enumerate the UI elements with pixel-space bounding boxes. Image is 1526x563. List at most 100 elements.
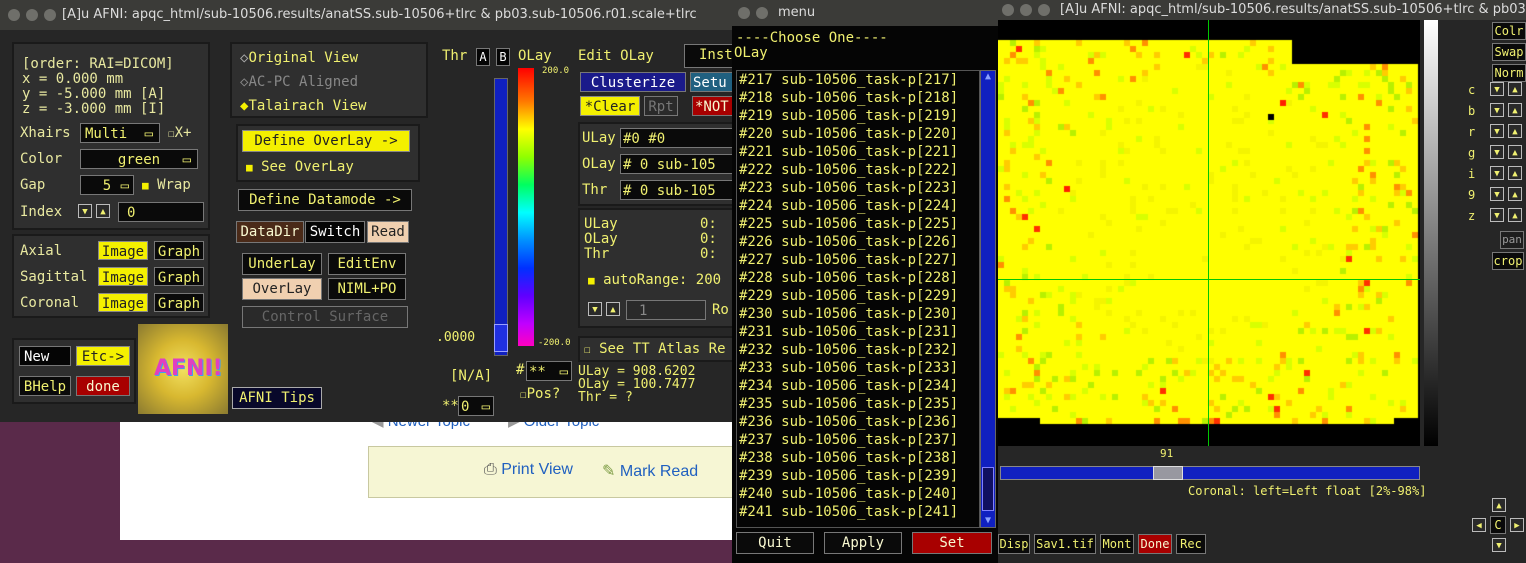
coronal-image-button[interactable]: Image: [98, 293, 148, 312]
menu-list-item[interactable]: #239 sub-10506_task-p[239]: [739, 467, 979, 485]
switch-button[interactable]: Switch: [305, 221, 365, 243]
sav1-button[interactable]: Sav1.tif: [1034, 534, 1096, 554]
clusterize-button[interactable]: Clusterize: [580, 72, 686, 92]
adjust-up-arrow[interactable]: ▲: [1508, 103, 1522, 117]
autorange-toggle[interactable]: ■ autoRange: 200: [588, 272, 721, 288]
menu-list-item[interactable]: #232 sub-10506_task-p[232]: [739, 341, 979, 359]
exponent-dropdown[interactable]: 0 ▭: [458, 396, 494, 416]
minimize-icon[interactable]: [26, 9, 38, 21]
adjust-down-arrow[interactable]: ▼: [1490, 208, 1504, 222]
menu-list-item[interactable]: #233 sub-10506_task-p[233]: [739, 359, 979, 377]
adjust-down-arrow[interactable]: ▼: [1490, 187, 1504, 201]
close-icon[interactable]: [8, 9, 20, 21]
index-down-arrow[interactable]: ▼: [78, 204, 92, 218]
etc-button[interactable]: Etc->: [76, 346, 130, 366]
control-surface-button[interactable]: Control Surface: [242, 306, 408, 328]
significance-dropdown[interactable]: ** ▭: [526, 361, 572, 381]
sagittal-image-button[interactable]: Image: [98, 267, 148, 286]
adjust-up-arrow[interactable]: ▲: [1508, 82, 1522, 96]
norm-button[interactable]: Norm: [1492, 64, 1526, 82]
pos-toggle[interactable]: ☐Pos?: [520, 386, 560, 402]
menu-list-item[interactable]: #228 sub-10506_task-p[228]: [739, 269, 979, 287]
image-done-button[interactable]: Done: [1138, 534, 1172, 554]
adjust-up-arrow[interactable]: ▲: [1508, 124, 1522, 138]
read-button[interactable]: Read: [367, 221, 409, 243]
menu-list-item[interactable]: #221 sub-10506_task-p[221]: [739, 143, 979, 161]
menu-list-item[interactable]: #230 sub-10506_task-p[230]: [739, 305, 979, 323]
menu-list-item[interactable]: #220 sub-10506_task-p[220]: [739, 125, 979, 143]
menu-list-item[interactable]: #240 sub-10506_task-p[240]: [739, 485, 979, 503]
scroll-up-arrow[interactable]: ▲: [981, 71, 995, 83]
thr-chooser-button[interactable]: # 0 sub-105: [620, 180, 732, 200]
wrap-toggle[interactable]: ■ Wrap: [142, 177, 191, 193]
maximize-icon[interactable]: [44, 9, 56, 21]
close-icon[interactable]: [1002, 4, 1014, 16]
overlay-button[interactable]: OverLay: [242, 278, 322, 300]
brain-image-canvas[interactable]: [998, 20, 1420, 446]
scroll-thumb[interactable]: [982, 467, 994, 511]
afni-logo[interactable]: AFNI!: [138, 324, 228, 414]
maximize-icon[interactable]: [1038, 4, 1050, 16]
disp-button[interactable]: Disp: [998, 534, 1030, 554]
color-scale-bar[interactable]: [518, 68, 534, 346]
scroll-down-arrow[interactable]: ▼: [981, 515, 995, 527]
define-datamode-button[interactable]: Define Datamode ->: [238, 189, 412, 211]
colr-button[interactable]: Colr: [1492, 22, 1526, 40]
menu-list-item[interactable]: #218 sub-10506_task-p[218]: [739, 89, 979, 107]
afni-tips-button[interactable]: AFNI Tips: [232, 387, 322, 409]
menu-list-item[interactable]: #219 sub-10506_task-p[219]: [739, 107, 979, 125]
adjust-down-arrow[interactable]: ▼: [1490, 103, 1504, 117]
adjust-up-arrow[interactable]: ▲: [1508, 208, 1522, 222]
see-tt-atlas-toggle[interactable]: ☐ See TT Atlas Re: [584, 341, 726, 357]
thr-a-button[interactable]: A: [476, 48, 490, 66]
threshold-slider-trough[interactable]: [494, 78, 508, 356]
menu-list-item[interactable]: #225 sub-10506_task-p[225]: [739, 215, 979, 233]
nav-right-arrow[interactable]: ▶: [1510, 518, 1524, 532]
nav-down-arrow[interactable]: ▼: [1492, 538, 1506, 552]
menu-list-item[interactable]: #234 sub-10506_task-p[234]: [739, 377, 979, 395]
slice-slider-trough[interactable]: [1000, 466, 1420, 480]
index-up-arrow[interactable]: ▲: [96, 204, 110, 218]
new-button[interactable]: New: [19, 346, 71, 366]
bhelp-button[interactable]: BHelp: [19, 376, 71, 396]
menu-list-item[interactable]: #237 sub-10506_task-p[237]: [739, 431, 979, 449]
gap-dropdown[interactable]: 5 ▭: [80, 175, 134, 195]
rec-button[interactable]: Rec: [1176, 534, 1206, 554]
adjust-up-arrow[interactable]: ▲: [1508, 166, 1522, 180]
editenv-button[interactable]: EditEnv: [328, 253, 406, 275]
menu-list-item[interactable]: #217 sub-10506_task-p[217]: [739, 71, 979, 89]
underlay-button[interactable]: UnderLay: [242, 253, 322, 275]
axial-image-button[interactable]: Image: [98, 241, 148, 260]
quit-button[interactable]: Quit: [736, 532, 814, 554]
color-dropdown[interactable]: green ▭: [80, 149, 198, 169]
adjust-down-arrow[interactable]: ▼: [1490, 124, 1504, 138]
axial-graph-button[interactable]: Graph: [154, 241, 204, 260]
setup-button[interactable]: Setu: [690, 72, 732, 92]
menu-list-item[interactable]: #229 sub-10506_task-p[229]: [739, 287, 979, 305]
datadir-button[interactable]: DataDir: [236, 221, 304, 243]
adjust-up-arrow[interactable]: ▲: [1508, 145, 1522, 159]
crop-button[interactable]: crop: [1492, 252, 1524, 270]
range-down-arrow[interactable]: ▼: [588, 302, 602, 316]
minimize-icon[interactable]: [756, 7, 768, 19]
sagittal-graph-button[interactable]: Graph: [154, 267, 204, 286]
mont-button[interactable]: Mont: [1100, 534, 1134, 554]
niml-po-button[interactable]: NIML+PO: [328, 278, 406, 300]
nav-center-button[interactable]: C: [1490, 516, 1506, 534]
menu-list-item[interactable]: #231 sub-10506_task-p[231]: [739, 323, 979, 341]
menu-list-item[interactable]: #236 sub-10506_task-p[236]: [739, 413, 979, 431]
rpt-button[interactable]: Rpt: [644, 96, 678, 116]
ulay-chooser-button[interactable]: #0 #0: [620, 128, 732, 148]
xhairs-dropdown[interactable]: Multi ▭: [80, 123, 160, 143]
thr-b-button[interactable]: B: [496, 48, 510, 66]
range-value-field[interactable]: 1: [626, 300, 706, 320]
adjust-down-arrow[interactable]: ▼: [1490, 145, 1504, 159]
adjust-up-arrow[interactable]: ▲: [1508, 187, 1522, 201]
inst-button[interactable]: Inst: [684, 44, 732, 68]
range-up-arrow[interactable]: ▲: [606, 302, 620, 316]
clear-button[interactable]: *Clear: [580, 96, 640, 116]
adjust-down-arrow[interactable]: ▼: [1490, 82, 1504, 96]
apply-button[interactable]: Apply: [824, 532, 902, 554]
menu-list-item[interactable]: #222 sub-10506_task-p[222]: [739, 161, 979, 179]
not-button[interactable]: *NOT: [692, 96, 732, 116]
